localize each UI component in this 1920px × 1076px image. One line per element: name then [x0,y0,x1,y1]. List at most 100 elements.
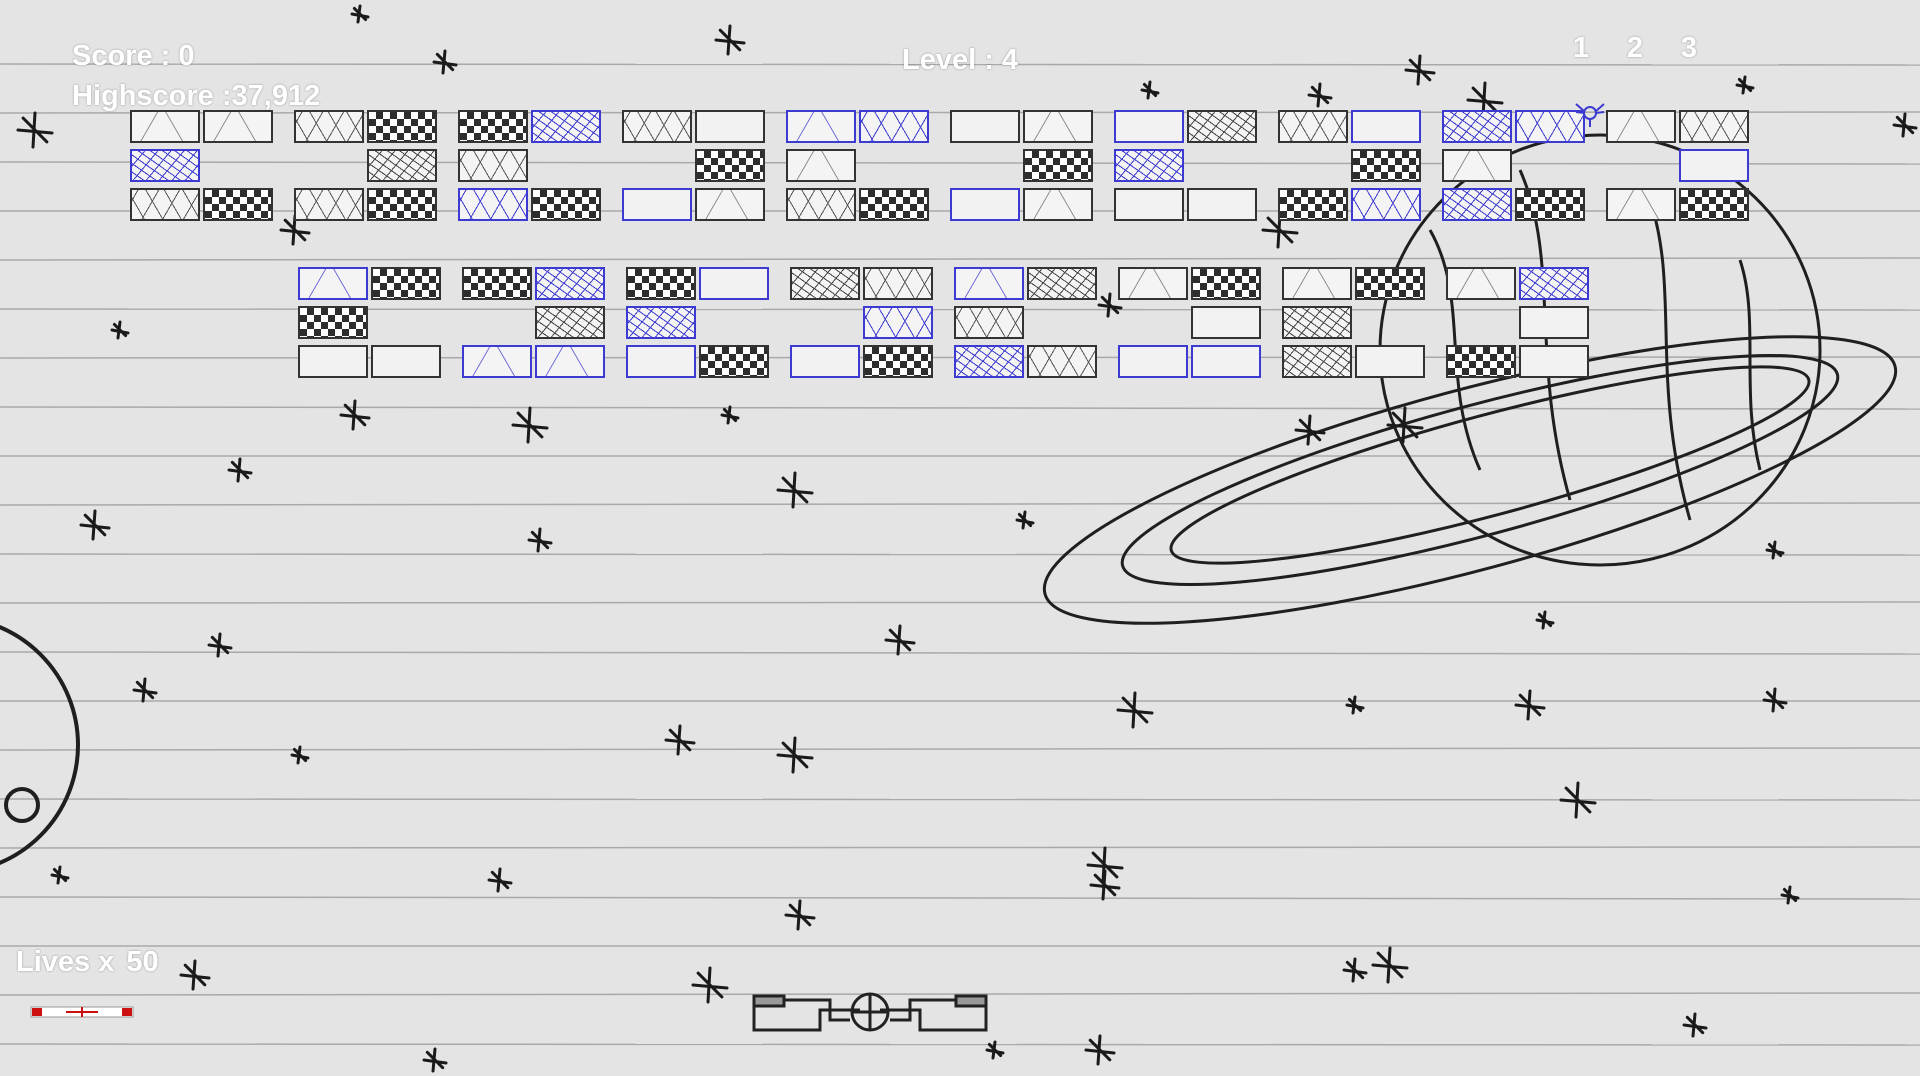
brick [298,306,368,339]
brick [458,188,528,221]
brick [1351,188,1421,221]
brick [1515,188,1585,221]
brick [462,267,532,300]
brick [203,188,273,221]
brick [1114,188,1184,221]
brick [786,110,856,143]
brick [1023,149,1093,182]
brick [1027,267,1097,300]
brick [1519,306,1589,339]
brick [1446,267,1516,300]
brick [1118,345,1188,378]
brick [371,267,441,300]
brick [1355,345,1425,378]
lives-counter: Lives x 50 [16,946,159,979]
brick [298,345,368,378]
winged-ball-icon [1575,103,1605,127]
brick [1023,110,1093,143]
brick [790,267,860,300]
level-label: Level : 4 [902,44,1019,76]
brick [1114,149,1184,182]
brick [1278,188,1348,221]
brick [1191,345,1261,378]
brick [294,188,364,221]
brick [786,188,856,221]
highscore-label: Highscore :37,912 [72,80,321,112]
brick [695,188,765,221]
brick [1282,345,1352,378]
lives-value: 50 [126,946,159,978]
brick [535,267,605,300]
brick [954,345,1024,378]
brick [462,345,532,378]
brick [130,188,200,221]
brick [458,110,528,143]
brick [298,267,368,300]
brick [790,345,860,378]
brick [863,345,933,378]
brick [1519,267,1589,300]
paddle-lives-icon [30,1006,134,1018]
brick [535,345,605,378]
brick [699,345,769,378]
brick [1442,149,1512,182]
brick [130,149,200,182]
brick [1351,149,1421,182]
brick [626,345,696,378]
ball-select-bar: 1 2 3 [1565,32,1705,65]
brick [859,188,929,221]
brick [863,267,933,300]
brick [950,188,1020,221]
brick [626,267,696,300]
brick [699,267,769,300]
brick [622,188,692,221]
brick [1679,188,1749,221]
brick [1282,267,1352,300]
brick [1187,188,1257,221]
brick [1519,345,1589,378]
ball-select-1[interactable]: 1 [1565,32,1597,65]
brick [203,110,273,143]
brick [1679,149,1749,182]
brick [859,110,929,143]
brick [1282,306,1352,339]
ball-select-2[interactable]: 2 [1619,32,1651,65]
brick [531,188,601,221]
brick [531,110,601,143]
brick [1023,188,1093,221]
brick [367,110,437,143]
brick [535,306,605,339]
brick [1606,110,1676,143]
brick [863,306,933,339]
sketch-paddle[interactable] [750,990,990,1034]
brick [954,306,1024,339]
brick [1606,188,1676,221]
brick [371,345,441,378]
brick [1191,267,1261,300]
brick [458,149,528,182]
brick [622,110,692,143]
brick [367,188,437,221]
brick [1442,110,1512,143]
ball-select-3[interactable]: 3 [1673,32,1705,65]
brick [786,149,856,182]
brick [950,110,1020,143]
lives-label: Lives x [16,946,115,978]
brick [1278,110,1348,143]
brick [130,110,200,143]
brick [1679,110,1749,143]
brick [1446,345,1516,378]
brick [294,110,364,143]
brick [1118,267,1188,300]
brick [695,149,765,182]
brick [1187,110,1257,143]
brick [626,306,696,339]
brick [1355,267,1425,300]
brick [1114,110,1184,143]
brick [1442,188,1512,221]
brick [1027,345,1097,378]
score-label: Score : 0 [72,40,195,72]
brick [367,149,437,182]
brick [1351,110,1421,143]
brick-field [0,0,1920,1076]
